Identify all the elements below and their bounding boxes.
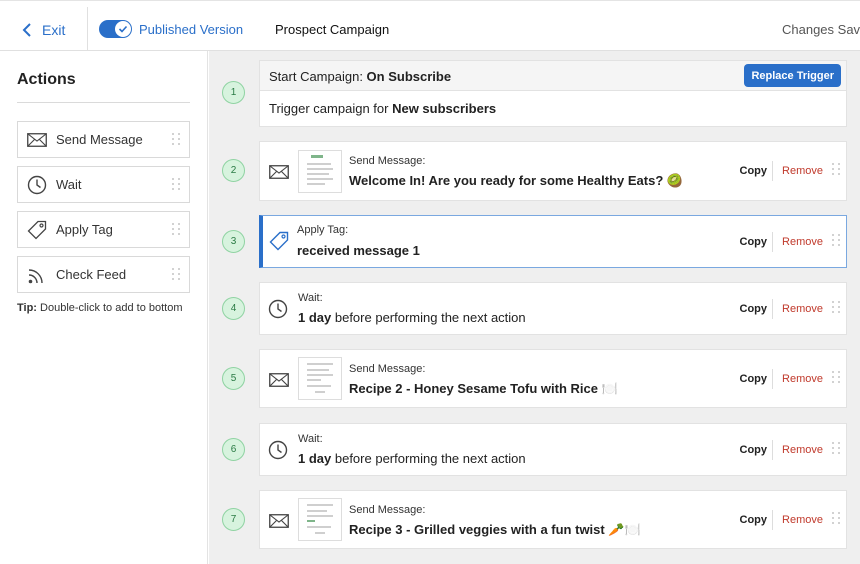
tag-icon	[267, 229, 291, 253]
check-icon	[115, 21, 131, 37]
divider	[772, 161, 773, 181]
campaign-title: Prospect Campaign	[275, 22, 390, 37]
envelope-icon	[267, 509, 291, 533]
copy-button[interactable]: Copy	[740, 373, 768, 385]
step-value: Recipe 3 - Grilled veggies with a fun tw…	[349, 522, 641, 537]
published-toggle[interactable]	[99, 20, 132, 38]
tip-text: Double-click to add to bottom	[40, 302, 183, 314]
step-value: 1 day before performing the next action	[298, 451, 526, 466]
step-card-send-message[interactable]: Send Message: Welcome In! Are you ready …	[259, 141, 847, 201]
step-type-label: Wait:	[298, 292, 323, 304]
email-thumbnail	[298, 357, 342, 400]
step-number: 1	[222, 81, 245, 104]
step-card-apply-tag[interactable]: Apply Tag: received message 1 Copy Remov…	[259, 215, 847, 268]
step-number: 5	[222, 367, 245, 390]
trigger-card[interactable]: Start Campaign: On Subscribe Replace Tri…	[259, 60, 847, 127]
step-number: 4	[222, 297, 245, 320]
drag-handle-icon[interactable]	[832, 163, 841, 175]
step-card-send-message[interactable]: Send Message: Recipe 3 - Grilled veggies…	[259, 490, 847, 549]
step-card-wait[interactable]: Wait: 1 day before performing the next a…	[259, 282, 847, 335]
exit-label: Exit	[42, 21, 66, 38]
email-thumbnail	[298, 150, 342, 193]
step-type-label: Send Message:	[349, 363, 426, 375]
drag-handle-icon[interactable]	[172, 133, 181, 145]
actions-sidebar: Actions Send Message Wait Apply Tag Chec…	[0, 51, 208, 564]
action-label: Apply Tag	[56, 222, 113, 237]
drag-handle-icon[interactable]	[832, 442, 841, 454]
drag-handle-icon[interactable]	[172, 268, 181, 280]
save-status: Changes Saved	[782, 22, 860, 37]
trigger-title: Start Campaign: On Subscribe	[269, 69, 452, 84]
trigger-header: Start Campaign: On Subscribe Replace Tri…	[260, 61, 846, 91]
campaign-canvas: 1 Start Campaign: On Subscribe Replace T…	[209, 51, 860, 564]
trigger-description: Trigger campaign for New subscribers	[269, 101, 497, 116]
step-number: 7	[222, 508, 245, 531]
remove-button[interactable]: Remove	[782, 236, 823, 248]
remove-button[interactable]: Remove	[782, 373, 823, 385]
step-number: 2	[222, 159, 245, 182]
drag-handle-icon[interactable]	[832, 301, 841, 313]
remove-button[interactable]: Remove	[782, 303, 823, 315]
action-check-feed[interactable]: Check Feed	[17, 256, 190, 293]
step-type-label: Send Message:	[349, 504, 426, 516]
copy-button[interactable]: Copy	[740, 514, 768, 526]
copy-button[interactable]: Copy	[740, 165, 768, 177]
step-number: 6	[222, 438, 245, 461]
envelope-icon	[26, 129, 48, 151]
divider	[772, 232, 773, 252]
sidebar-tip: Tip: Double-click to add to bottom	[17, 302, 183, 314]
step-value: 1 day before performing the next action	[298, 310, 526, 325]
email-thumbnail	[298, 498, 342, 541]
step-type-label: Apply Tag:	[297, 224, 349, 236]
action-wait[interactable]: Wait	[17, 166, 190, 203]
chevron-left-icon	[22, 22, 31, 37]
step-card-send-message[interactable]: Send Message: Recipe 2 - Honey Sesame To…	[259, 349, 847, 408]
step-card-wait[interactable]: Wait: 1 day before performing the next a…	[259, 423, 847, 476]
rss-icon	[26, 264, 48, 286]
action-label: Wait	[56, 177, 82, 192]
action-apply-tag[interactable]: Apply Tag	[17, 211, 190, 248]
step-number: 3	[222, 230, 245, 253]
drag-handle-icon[interactable]	[832, 371, 841, 383]
drag-handle-icon[interactable]	[172, 178, 181, 190]
copy-button[interactable]: Copy	[740, 236, 768, 248]
drag-handle-icon[interactable]	[832, 234, 841, 246]
step-type-label: Send Message:	[349, 155, 426, 167]
action-label: Send Message	[56, 132, 143, 147]
remove-button[interactable]: Remove	[782, 165, 823, 177]
step-value: Welcome In! Are you ready for some Healt…	[349, 173, 684, 188]
divider	[772, 440, 773, 460]
clock-icon	[266, 438, 290, 462]
published-label: Published Version	[139, 22, 244, 37]
tip-label: Tip:	[17, 302, 37, 314]
copy-button[interactable]: Copy	[740, 303, 768, 315]
divider	[772, 369, 773, 389]
drag-handle-icon[interactable]	[832, 512, 841, 524]
copy-button[interactable]: Copy	[740, 444, 768, 456]
step-value: received message 1	[297, 243, 420, 258]
sidebar-title: Actions	[17, 71, 76, 88]
sidebar-divider	[17, 102, 190, 103]
clock-icon	[26, 174, 48, 196]
action-label: Check Feed	[56, 267, 127, 282]
clock-icon	[266, 297, 290, 321]
divider	[772, 510, 773, 530]
step-type-label: Wait:	[298, 433, 323, 445]
envelope-icon	[267, 368, 291, 392]
remove-button[interactable]: Remove	[782, 444, 823, 456]
drag-handle-icon[interactable]	[172, 223, 181, 235]
tag-icon	[26, 219, 48, 241]
step-value: Recipe 2 - Honey Sesame Tofu with Rice 🍽…	[349, 381, 618, 396]
envelope-icon	[267, 160, 291, 184]
action-send-message[interactable]: Send Message	[17, 121, 190, 158]
exit-button[interactable]: Exit	[0, 7, 88, 52]
remove-button[interactable]: Remove	[782, 514, 823, 526]
top-bar: Exit Published Version Prospect Campaign…	[0, 0, 860, 52]
replace-trigger-button[interactable]: Replace Trigger	[744, 64, 841, 87]
divider	[772, 299, 773, 319]
